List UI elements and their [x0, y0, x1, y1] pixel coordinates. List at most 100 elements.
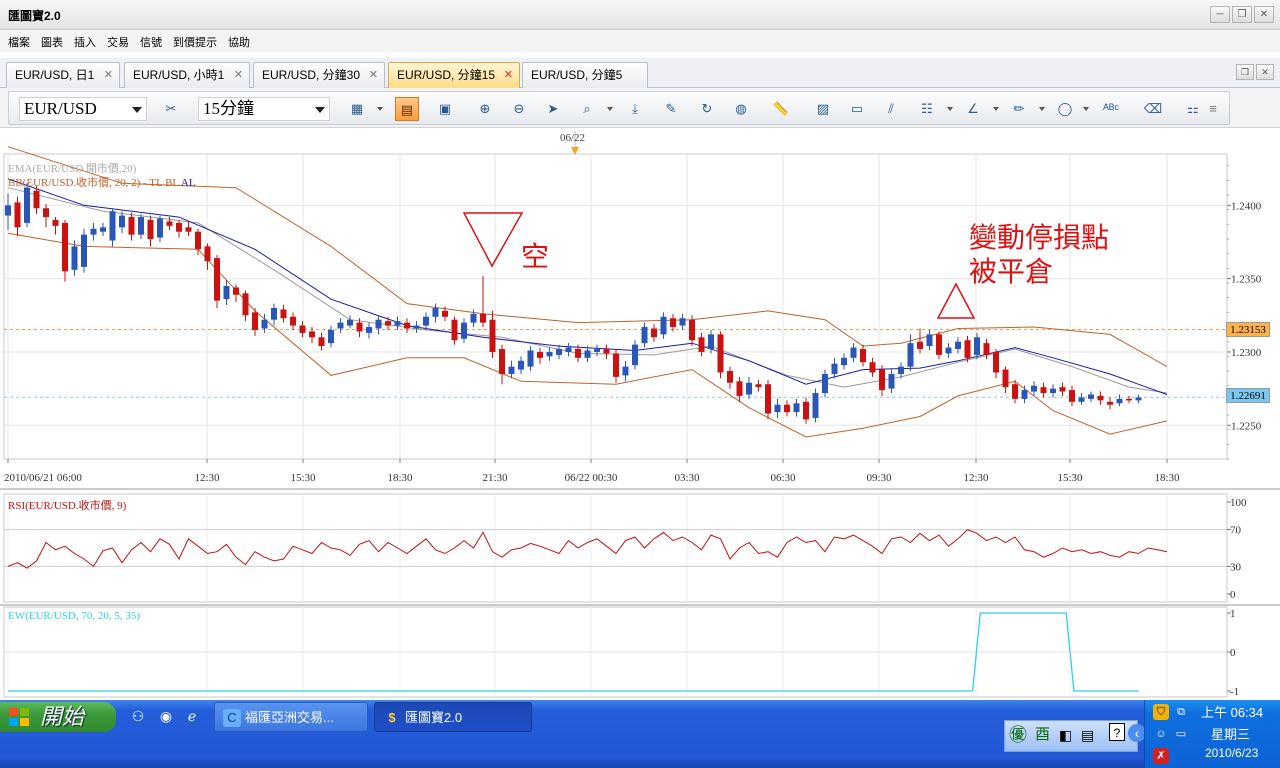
- candle-body: [689, 319, 695, 341]
- toolbar-overflow-icon[interactable]: ≡: [1207, 97, 1219, 121]
- candle-body: [651, 328, 657, 338]
- maximize-button[interactable]: ❐: [1232, 6, 1252, 23]
- download-icon[interactable]: ⤓: [623, 97, 647, 121]
- candle-body: [138, 217, 144, 235]
- app-window: 匯圖寶2.0 ─ ❐ ✕ 檔案 圖表 插入 交易 信號 到價提示 協助 EUR/…: [0, 0, 1280, 768]
- candle-body: [404, 322, 410, 329]
- tab-close-icon[interactable]: ✕: [369, 63, 378, 87]
- pen-icon[interactable]: ✏: [1007, 97, 1031, 121]
- tab-eurusd-h1[interactable]: EUR/USD, 小時1 ✕: [124, 62, 250, 88]
- candle-body: [1135, 397, 1142, 401]
- y-tick-label: 1.2400: [1231, 200, 1262, 212]
- candle-body: [1012, 384, 1018, 399]
- candle-body: [584, 350, 591, 358]
- taskbar: 開始 ⚇ ◉ ℯ C 福匯亞洲交易... $ 匯圖寶2.0 ㊝ 酉 ◧ ▤ ? …: [0, 700, 1280, 768]
- layout-icon[interactable]: ☷: [915, 97, 939, 121]
- tab-eurusd-m30[interactable]: EUR/USD, 分鐘30 ✕: [253, 62, 385, 88]
- menu-chart[interactable]: 圖表: [37, 30, 67, 52]
- zoom-tool-icon[interactable]: ⌕: [575, 97, 599, 121]
- ew-y-label: 1: [1230, 608, 1236, 620]
- chevron-down-icon[interactable]: [607, 107, 613, 111]
- tab-eurusd-m5[interactable]: EUR/USD, 分鐘5: [522, 62, 648, 88]
- candle-body: [147, 219, 154, 240]
- chevron-down-icon[interactable]: [377, 107, 383, 111]
- candle-body: [774, 404, 781, 413]
- chart-area[interactable]: 2010/06/21 06:00 12:30 15:30 18:30 21:30 06/2…: [0, 129, 1280, 700]
- user-tray-icon[interactable]: ☺: [1153, 726, 1169, 742]
- chart-type-icon[interactable]: ▦: [345, 97, 369, 121]
- eraser-icon[interactable]: ⌫: [1141, 97, 1165, 121]
- menu-trade[interactable]: 交易: [103, 30, 133, 52]
- ie-icon[interactable]: ℯ: [182, 706, 202, 726]
- menu-insert[interactable]: 插入: [70, 30, 100, 52]
- chevron-down-icon[interactable]: [1083, 107, 1089, 111]
- timeframe-select[interactable]: 15分鐘: [198, 97, 330, 121]
- candle-body: [527, 350, 534, 367]
- properties-icon[interactable]: ▣: [433, 97, 457, 121]
- globe-icon[interactable]: ◍: [729, 97, 753, 121]
- tab-close-icon[interactable]: ✕: [504, 63, 513, 87]
- security-alert-icon[interactable]: ✗: [1153, 748, 1169, 764]
- text-tool-icon[interactable]: ᴬᴮᶜ: [1099, 97, 1123, 121]
- chevron-down-icon[interactable]: [993, 107, 999, 111]
- chevron-down-icon[interactable]: [1039, 107, 1045, 111]
- chart-canvas[interactable]: 2010/06/21 06:00 12:30 15:30 18:30 21:30 06/2…: [0, 129, 1280, 700]
- candle-body: [945, 347, 952, 354]
- crosshair-line-icon[interactable]: ⫽: [879, 97, 903, 121]
- tab-eurusd-d1[interactable]: EUR/USD, 日1 ✕: [6, 62, 120, 88]
- ruler-icon[interactable]: 📏: [769, 97, 793, 121]
- ime-help-icon[interactable]: ?: [1109, 723, 1125, 741]
- chevron-down-icon[interactable]: [947, 107, 953, 111]
- ime-mode-icon[interactable]: ㊝: [1009, 721, 1027, 749]
- monitor-tray-icon[interactable]: ▭: [1173, 726, 1189, 742]
- tab-eurusd-m15[interactable]: EUR/USD, 分鐘15 ✕: [388, 62, 520, 88]
- indicator-panel-icon[interactable]: ▤: [395, 97, 419, 121]
- ime-keyboard-icon[interactable]: ▤: [1081, 721, 1094, 749]
- candle-body: [622, 366, 629, 376]
- menu-signal[interactable]: 信號: [136, 30, 166, 52]
- ime-fullwidth-icon[interactable]: ◧: [1059, 721, 1072, 749]
- close-button[interactable]: ✕: [1254, 6, 1274, 23]
- window-icon[interactable]: ▭: [845, 97, 869, 121]
- candle-body: [793, 403, 800, 413]
- candle-body: [955, 341, 961, 350]
- task-chart-app[interactable]: $ 匯圖寶2.0: [374, 702, 532, 732]
- shield-icon[interactable]: ⛉: [1153, 704, 1169, 720]
- start-button[interactable]: 開始: [0, 702, 116, 732]
- edit-icon[interactable]: ✎: [659, 97, 683, 121]
- remove-symbol-icon[interactable]: ✂: [159, 97, 183, 121]
- symbol-value: EUR/USD: [24, 99, 97, 118]
- symbol-select[interactable]: EUR/USD: [19, 97, 147, 121]
- menu-help[interactable]: 協助: [224, 30, 254, 52]
- network-tray-icon[interactable]: ⧉: [1173, 704, 1189, 720]
- candle-body: [765, 384, 771, 414]
- bb-legend-tl: TL: [149, 177, 163, 189]
- menu-file[interactable]: 檔案: [4, 30, 34, 52]
- zoom-in-icon[interactable]: ⊕: [473, 97, 497, 121]
- cursor-icon[interactable]: ➤: [541, 97, 565, 121]
- ellipse-icon[interactable]: ◯: [1053, 97, 1077, 121]
- chart-close-button[interactable]: ✕: [1256, 64, 1274, 80]
- network-icon[interactable]: ⚇: [128, 706, 148, 726]
- chevron-down-icon: [132, 107, 142, 113]
- ime-char-icon[interactable]: 酉: [1035, 721, 1050, 749]
- ew-y-label: -1: [1230, 686, 1239, 698]
- window-controls: ─ ❐ ✕: [1210, 6, 1274, 23]
- media-icon[interactable]: ◉: [156, 706, 176, 726]
- refresh-icon[interactable]: ↻: [695, 97, 719, 121]
- candle-body: [90, 228, 97, 235]
- clock-time[interactable]: 上午 06:34: [1201, 702, 1263, 721]
- tab-close-icon[interactable]: ✕: [104, 63, 113, 87]
- trendline-icon[interactable]: ∠: [961, 97, 985, 121]
- minimize-button[interactable]: ─: [1210, 6, 1230, 23]
- menu-price-alert[interactable]: 到價提示: [169, 30, 221, 52]
- tab-close-icon[interactable]: ✕: [234, 63, 243, 87]
- tab-label: EUR/USD, 分鐘5: [531, 68, 623, 82]
- image-icon[interactable]: ▨: [811, 97, 835, 121]
- zoom-out-icon[interactable]: ⊖: [507, 97, 531, 121]
- candle-body: [318, 337, 325, 347]
- rsi-legend: RSI(EUR/USD.收市價, 9): [8, 500, 127, 512]
- task-fxcm-asia[interactable]: C 福匯亞洲交易...: [214, 702, 368, 732]
- chart-restore-button[interactable]: ❐: [1236, 64, 1254, 80]
- hierarchy-icon[interactable]: ⚏: [1181, 97, 1205, 121]
